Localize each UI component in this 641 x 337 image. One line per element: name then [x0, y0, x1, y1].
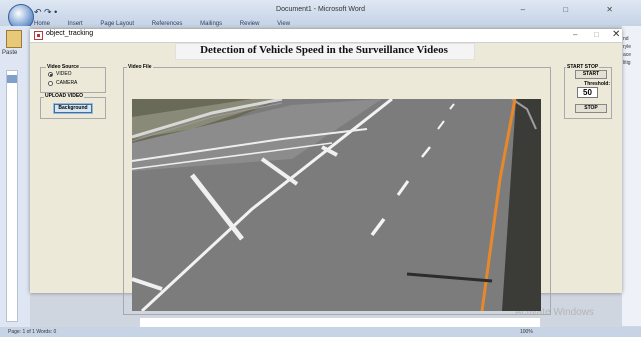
- start-button[interactable]: START: [575, 70, 607, 79]
- styles-fragment: nd: [623, 36, 629, 42]
- paste-label: Paste: [2, 50, 18, 56]
- tab-page-layout[interactable]: Page Layout: [100, 21, 134, 27]
- camera-radio-label[interactable]: CAMERA: [56, 80, 77, 86]
- status-page-info: Page: 1 of 1 Words: 0: [8, 329, 57, 335]
- figure-app-icon: [34, 31, 43, 40]
- paste-icon[interactable]: [6, 30, 22, 48]
- styles-fragment: ryle: [623, 44, 632, 50]
- ribbon-tabs: Home Insert Page Layout References Maili…: [34, 21, 306, 27]
- word-right-panel: [622, 26, 641, 326]
- word-document-page[interactable]: [140, 318, 540, 327]
- tab-mailings[interactable]: Mailings: [200, 21, 222, 27]
- video-source-title: Video Source: [46, 64, 80, 70]
- tab-review[interactable]: Review: [240, 21, 260, 27]
- ruler-marker[interactable]: [7, 75, 17, 83]
- styles-fragment: litig: [623, 60, 631, 66]
- word-status-bar: [0, 327, 641, 337]
- word-window-controls[interactable]: – □ ✕: [521, 5, 631, 14]
- video-file-title: Video File: [127, 64, 153, 70]
- video-frame: [132, 99, 541, 311]
- stop-button[interactable]: STOP: [575, 104, 607, 113]
- close-button[interactable]: ✕: [612, 29, 620, 40]
- figure-title-bar[interactable]: [30, 29, 622, 43]
- threshold-input[interactable]: 50: [577, 87, 598, 98]
- minimize-button[interactable]: –: [573, 30, 577, 39]
- highway-video-image: [132, 99, 541, 311]
- vertical-ruler: [6, 70, 18, 322]
- maximize-button[interactable]: □: [594, 30, 599, 39]
- tab-references[interactable]: References: [152, 21, 183, 27]
- video-radio-label[interactable]: VIDEO: [56, 71, 72, 77]
- styles-fragment: ace: [623, 52, 632, 58]
- tab-home[interactable]: Home: [34, 21, 50, 27]
- video-radio[interactable]: [48, 72, 53, 77]
- status-zoom[interactable]: 100%: [520, 329, 533, 335]
- tab-insert[interactable]: Insert: [68, 21, 83, 27]
- upload-video-title: UPLOAD VIDEO: [44, 93, 85, 99]
- background-button[interactable]: Background: [53, 103, 93, 114]
- tab-view[interactable]: View: [277, 21, 290, 27]
- page-title: Detection of Vehicle Speed in the Survei…: [200, 44, 448, 56]
- figure-title: object_tracking: [46, 30, 94, 37]
- camera-radio[interactable]: [48, 81, 53, 86]
